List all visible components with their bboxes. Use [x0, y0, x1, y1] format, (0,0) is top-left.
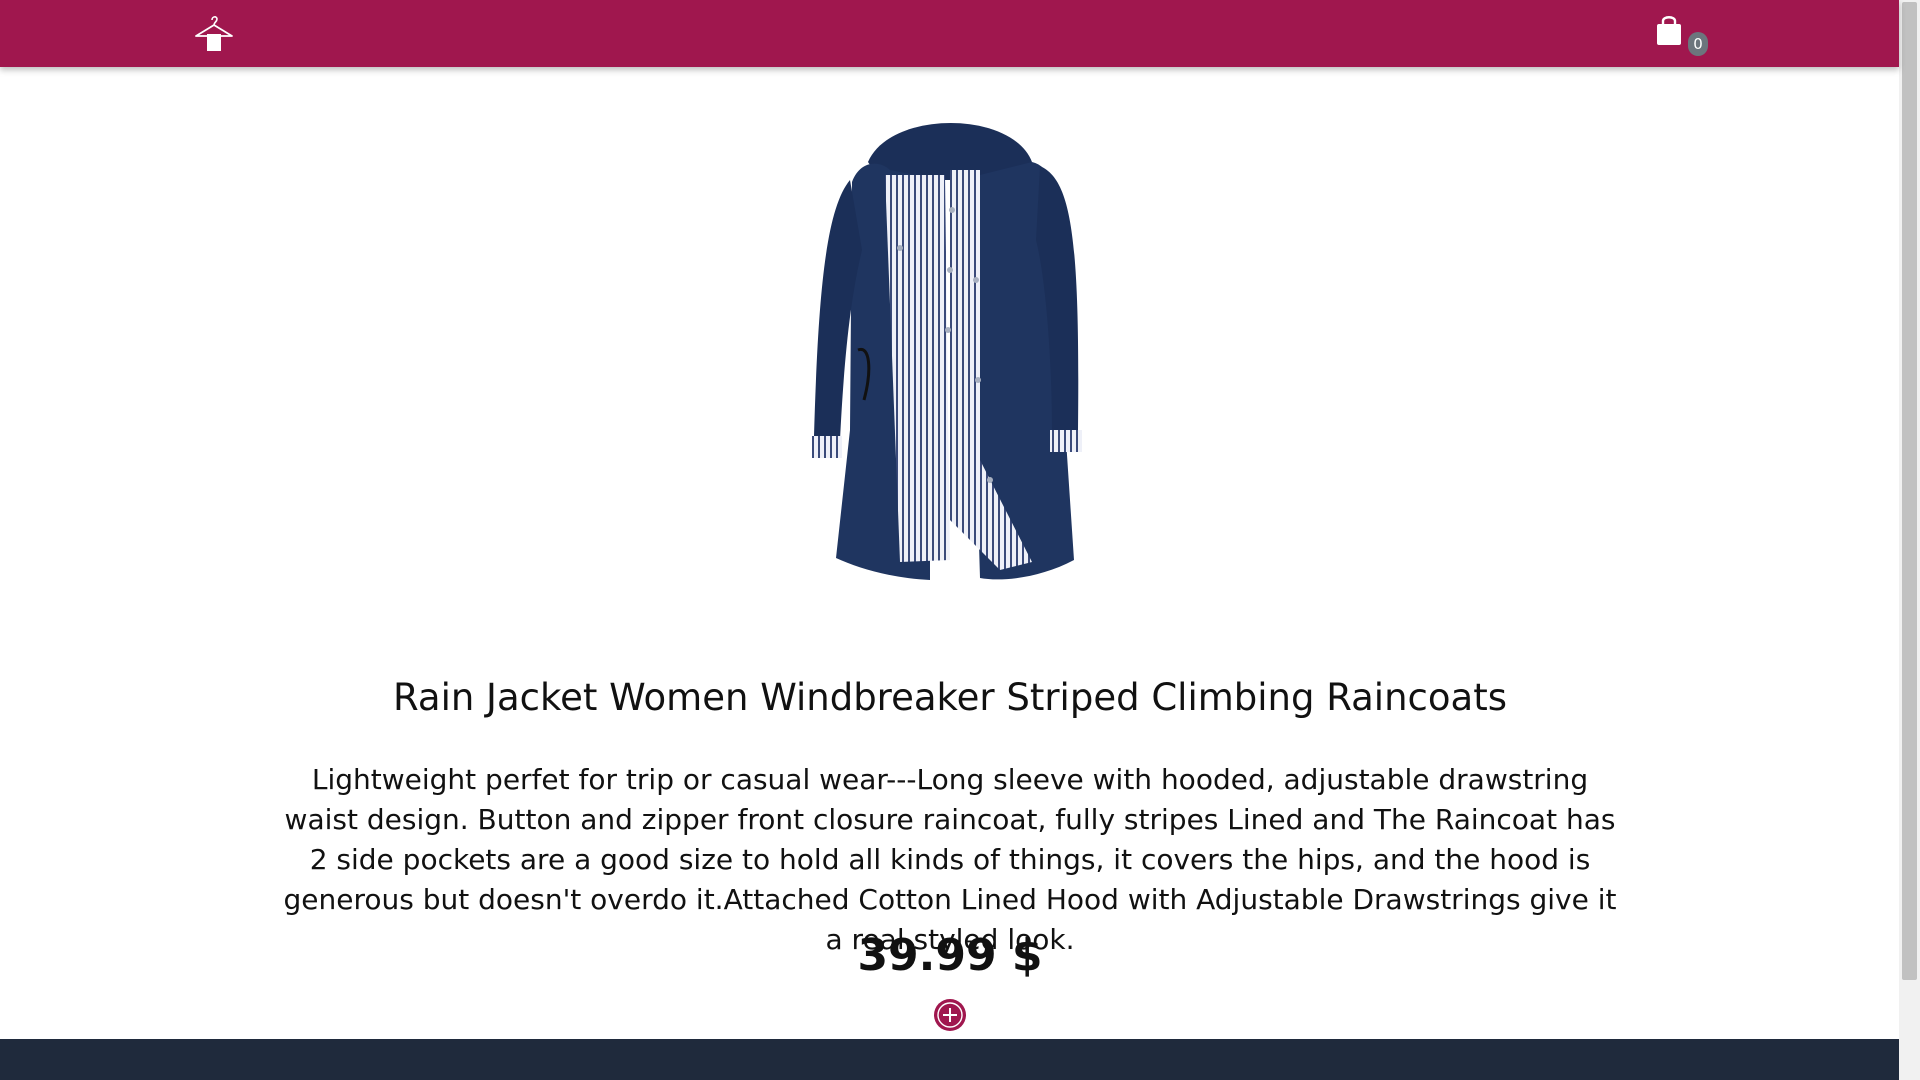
product-price: 39.99 $	[857, 930, 1043, 981]
product-image	[740, 100, 1160, 600]
cart-count-badge: 0	[1688, 32, 1708, 56]
shopping-bag-icon	[1657, 16, 1681, 45]
plus-circle-icon	[937, 1002, 963, 1028]
add-to-cart-button[interactable]	[934, 999, 966, 1031]
cart-button[interactable]: 0	[1654, 14, 1710, 58]
footer	[0, 1039, 1899, 1080]
top-navbar: 0	[0, 0, 1899, 67]
scrollbar-thumb[interactable]	[1902, 2, 1917, 980]
product-title: Rain Jacket Women Windbreaker Striped Cl…	[393, 676, 1507, 719]
hanger-icon[interactable]	[192, 12, 236, 56]
